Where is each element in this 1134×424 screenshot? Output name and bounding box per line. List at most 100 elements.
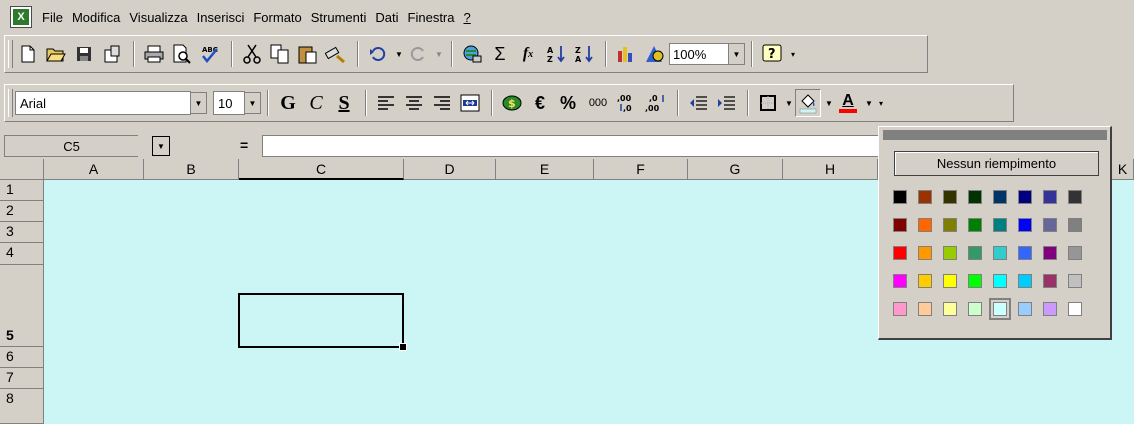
open-folder-icon[interactable]: [43, 40, 69, 68]
function-icon[interactable]: fx: [515, 40, 541, 68]
toolbar-options-icon[interactable]: ▾: [787, 50, 799, 59]
color-swatch[interactable]: [918, 218, 932, 232]
name-box-dropdown-icon[interactable]: ▼: [152, 136, 170, 156]
fill-color-dropdown-icon[interactable]: ▼: [823, 99, 835, 108]
color-swatch[interactable]: [968, 274, 982, 288]
underline-button[interactable]: S: [331, 89, 357, 117]
row-header-1[interactable]: 1: [0, 180, 44, 201]
copy-icon[interactable]: [267, 40, 293, 68]
menu-dati[interactable]: Dati: [375, 10, 398, 25]
active-cell-c5[interactable]: [238, 293, 407, 351]
no-fill-button[interactable]: Nessun riempimento: [894, 151, 1099, 176]
font-name-combo[interactable]: Arial: [15, 91, 191, 115]
merge-center-icon[interactable]: [457, 89, 483, 117]
cut-icon[interactable]: [239, 40, 265, 68]
font-color-dropdown-icon[interactable]: ▼: [863, 99, 875, 108]
print-icon[interactable]: [141, 40, 167, 68]
redo-dropdown-icon[interactable]: ▼: [433, 50, 445, 59]
menu-help[interactable]: ?: [464, 10, 471, 25]
borders-icon[interactable]: [755, 89, 781, 117]
column-header-k[interactable]: K: [1112, 159, 1134, 180]
menu-file[interactable]: File: [42, 10, 63, 25]
column-header-h[interactable]: H: [783, 159, 878, 180]
color-swatch[interactable]: [1068, 218, 1082, 232]
euro-button[interactable]: €: [527, 89, 553, 117]
format-painter-icon[interactable]: [323, 40, 349, 68]
borders-dropdown-icon[interactable]: ▼: [783, 99, 795, 108]
bold-button[interactable]: G: [275, 89, 301, 117]
row-header-7[interactable]: 7: [0, 368, 44, 389]
thousands-separator-button[interactable]: 000: [583, 89, 613, 117]
menu-strumenti[interactable]: Strumenti: [311, 10, 367, 25]
autosum-icon[interactable]: Σ: [487, 40, 513, 68]
fill-color-icon[interactable]: [795, 89, 821, 117]
name-box[interactable]: C5: [4, 135, 138, 157]
drawing-icon[interactable]: [641, 40, 667, 68]
row-header-8[interactable]: 8: [0, 389, 44, 424]
excel-app-icon[interactable]: X: [10, 6, 32, 28]
new-document-icon[interactable]: [15, 40, 41, 68]
increase-indent-icon[interactable]: [713, 89, 739, 117]
column-header-g[interactable]: G: [688, 159, 783, 180]
increase-decimal-icon[interactable]: ,00,0: [615, 89, 641, 117]
color-swatch[interactable]: [893, 302, 907, 316]
undo-icon[interactable]: [365, 40, 391, 68]
color-swatch[interactable]: [893, 246, 907, 260]
sort-ascending-icon[interactable]: AZ: [543, 40, 569, 68]
menu-formato[interactable]: Formato: [253, 10, 301, 25]
chart-wizard-icon[interactable]: [613, 40, 639, 68]
color-swatch[interactable]: [943, 218, 957, 232]
currency-icon[interactable]: $: [499, 89, 525, 117]
column-header-c[interactable]: C: [239, 159, 404, 180]
row-header-2[interactable]: 2: [0, 201, 44, 222]
color-swatch[interactable]: [1018, 246, 1032, 260]
color-swatch[interactable]: [943, 246, 957, 260]
row-header-3[interactable]: 3: [0, 222, 44, 243]
palette-drag-handle[interactable]: [883, 130, 1107, 140]
row-header-5[interactable]: 5: [0, 265, 44, 347]
color-swatch[interactable]: [893, 274, 907, 288]
color-swatch[interactable]: [1068, 274, 1082, 288]
toolbar-options-icon[interactable]: ▾: [875, 99, 887, 108]
sort-descending-icon[interactable]: ZA: [571, 40, 597, 68]
color-swatch[interactable]: [943, 274, 957, 288]
decrease-indent-icon[interactable]: [685, 89, 711, 117]
color-swatch[interactable]: [1043, 218, 1057, 232]
color-swatch[interactable]: [968, 190, 982, 204]
color-swatch[interactable]: [918, 190, 932, 204]
column-header-d[interactable]: D: [404, 159, 496, 180]
color-swatch[interactable]: [968, 246, 982, 260]
font-dropdown-icon[interactable]: ▼: [191, 92, 207, 114]
color-swatch[interactable]: [1018, 302, 1032, 316]
color-swatch[interactable]: [1068, 246, 1082, 260]
color-swatch[interactable]: [993, 246, 1007, 260]
color-swatch[interactable]: [993, 190, 1007, 204]
align-left-icon[interactable]: [373, 89, 399, 117]
color-swatch[interactable]: [1018, 218, 1032, 232]
color-swatch[interactable]: [1043, 274, 1057, 288]
color-swatch[interactable]: [943, 302, 957, 316]
color-swatch[interactable]: [1043, 246, 1057, 260]
color-swatch[interactable]: [918, 246, 932, 260]
formula-input[interactable]: [262, 135, 882, 157]
equals-button[interactable]: =: [240, 137, 248, 153]
color-swatch[interactable]: [993, 274, 1007, 288]
spelling-icon[interactable]: ABC: [197, 40, 223, 68]
color-swatch[interactable]: [989, 298, 1011, 320]
redo-icon[interactable]: [405, 40, 431, 68]
color-swatch[interactable]: [918, 302, 932, 316]
color-swatch[interactable]: [893, 218, 907, 232]
color-swatch[interactable]: [1018, 274, 1032, 288]
zoom-dropdown-icon[interactable]: ▼: [729, 43, 745, 65]
permission-icon[interactable]: [99, 40, 125, 68]
align-right-icon[interactable]: [429, 89, 455, 117]
print-preview-icon[interactable]: [169, 40, 195, 68]
font-size-dropdown-icon[interactable]: ▼: [245, 92, 261, 114]
column-header-f[interactable]: F: [594, 159, 688, 180]
decrease-decimal-icon[interactable]: ,0,00: [643, 89, 669, 117]
color-swatch[interactable]: [1043, 190, 1057, 204]
color-swatch[interactable]: [968, 218, 982, 232]
help-assistant-icon[interactable]: ?: [759, 40, 785, 68]
italic-button[interactable]: C: [303, 89, 329, 117]
menu-inserisci[interactable]: Inserisci: [197, 10, 245, 25]
